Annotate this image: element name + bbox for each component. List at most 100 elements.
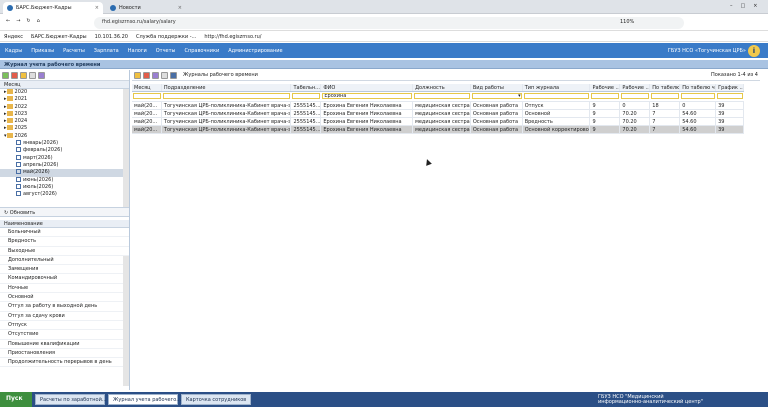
copy-icon[interactable] xyxy=(29,72,36,79)
tab-bars[interactable]: БАРС.Бюджет-Кадры × xyxy=(3,2,103,14)
column-header[interactable]: Рабочие ... xyxy=(620,84,651,91)
filter-input[interactable] xyxy=(133,93,161,99)
menu-item[interactable]: Расчеты xyxy=(63,48,85,54)
list-item[interactable]: Отпуск xyxy=(0,321,129,331)
list-item[interactable]: Вредность xyxy=(0,237,129,247)
column-header[interactable]: Вид работы xyxy=(471,84,523,91)
filter-icon[interactable] xyxy=(161,71,168,79)
list-item[interactable]: Замещения xyxy=(0,265,129,275)
list-item[interactable]: Повышение квалификации xyxy=(0,340,129,349)
list-item[interactable]: Продолжительность перерывов в день xyxy=(0,358,129,368)
filter-input[interactable]: ▾ xyxy=(471,93,522,99)
month-node[interactable]: апрель(2026) xyxy=(0,161,129,169)
list-item[interactable]: Отгул за работу в выходной день xyxy=(0,302,129,312)
menu-item[interactable]: Приказы xyxy=(31,48,54,54)
filter-input[interactable] xyxy=(651,93,680,99)
filter-input[interactable] xyxy=(591,93,620,99)
list-scrollbar[interactable] xyxy=(123,256,129,386)
column-header[interactable]: Подразделение xyxy=(162,84,292,91)
year-node[interactable]: ▸ 2023 xyxy=(0,110,129,118)
filter-input[interactable] xyxy=(162,93,291,99)
start-button[interactable]: Пуск xyxy=(0,392,32,407)
filter-input[interactable] xyxy=(292,93,321,99)
list-header: Наименование xyxy=(0,220,129,228)
year-node[interactable]: ▸ 2024 xyxy=(0,118,129,125)
bookmark[interactable]: БАРС.Бюджет-Кадры xyxy=(31,34,87,40)
close-icon[interactable]: × xyxy=(178,5,182,11)
table-row[interactable]: май(20... Тогучинская ЦРБ-поликлиника-Каб… xyxy=(132,118,744,126)
list-item[interactable]: Командировочный xyxy=(0,274,129,284)
print-icon[interactable] xyxy=(170,71,177,79)
menu-item[interactable]: Администрирование xyxy=(228,48,282,54)
column-header[interactable]: Тип журнала xyxy=(523,84,591,91)
task-button[interactable]: Расчеты по заработной... xyxy=(35,394,107,405)
filter-input[interactable] xyxy=(414,93,470,99)
list-item[interactable]: Выходные xyxy=(0,247,129,256)
month-node[interactable]: июнь(2026) xyxy=(0,176,129,184)
bookmark[interactable]: http://fhd.egiszrnso.ru/ xyxy=(204,34,261,40)
tab-news[interactable]: Новости × xyxy=(106,2,186,14)
filter-input[interactable] xyxy=(681,93,716,99)
filter-input[interactable] xyxy=(523,93,590,99)
menu-item[interactable]: Налоги xyxy=(128,48,147,54)
edit-icon[interactable] xyxy=(134,71,141,79)
task-button[interactable]: Карточка сотрудников xyxy=(181,394,251,405)
month-node[interactable]: март(2026) xyxy=(0,154,129,162)
delete-icon[interactable] xyxy=(143,71,150,79)
url-input[interactable]: fhd.egiszrnso.ru/salary/salary xyxy=(94,17,684,29)
nav-icons[interactable]: ←→↻⌂ xyxy=(6,18,46,24)
list-item[interactable]: Отсутствие xyxy=(0,330,129,340)
bookmark[interactable]: 10.101.36.20 xyxy=(95,34,128,40)
menu-item[interactable]: Отчеты xyxy=(156,48,176,54)
year-node[interactable]: ▸ 2025 xyxy=(0,125,129,132)
year-node[interactable]: ▸ 2021 xyxy=(0,96,129,103)
close-icon[interactable]: × xyxy=(95,5,99,11)
list-item[interactable]: Отгул за сдачу крови xyxy=(0,312,129,321)
task-button[interactable]: Журнал учета рабочего... xyxy=(108,394,181,405)
list-item[interactable]: Ночные xyxy=(0,284,129,294)
month-node[interactable]: февраль(2026) xyxy=(0,147,129,154)
delete-icon[interactable] xyxy=(11,72,18,79)
column-header[interactable]: Месяц xyxy=(132,84,162,91)
table-row[interactable]: май(20... Тогучинская ЦРБ-поликлиника-Каб… xyxy=(132,110,744,118)
dropdown-icon[interactable]: ▾ xyxy=(518,94,521,98)
settings-icon[interactable] xyxy=(152,71,159,79)
window-controls[interactable]: –□× xyxy=(730,3,765,9)
settings-icon[interactable] xyxy=(38,72,45,79)
column-header[interactable]: Табельн... xyxy=(291,84,322,91)
filter-input[interactable] xyxy=(621,93,650,99)
table-row[interactable]: май(20... Тогучинская ЦРБ-поликлиника-Каб… xyxy=(132,126,744,134)
filter-input[interactable]: Ерохина xyxy=(322,93,413,99)
menu-item[interactable]: Кадры xyxy=(5,48,22,54)
tree-scrollbar[interactable] xyxy=(123,89,129,207)
list-item[interactable]: Дополнительный xyxy=(0,256,129,266)
refresh-button[interactable]: ↻ Обновить xyxy=(0,207,129,217)
filter-input[interactable] xyxy=(717,93,743,99)
list-item[interactable]: Приостановления xyxy=(0,349,129,359)
month-node[interactable]: май(2026) xyxy=(0,169,129,177)
bookmark[interactable]: Служба поддержки -... xyxy=(136,34,196,40)
column-header[interactable]: ФИО xyxy=(321,84,414,91)
table-row[interactable]: май(20... Тогучинская ЦРБ-поликлиника-Каб… xyxy=(132,102,744,110)
menu-item[interactable]: Зарплата xyxy=(94,48,119,54)
column-header[interactable]: По табелю ... xyxy=(650,84,681,91)
list-item[interactable]: Больничный xyxy=(0,228,129,238)
year-node[interactable]: ▸ 2020 xyxy=(0,89,129,96)
list-item[interactable]: Основной xyxy=(0,293,129,303)
column-header[interactable]: Должность xyxy=(413,84,471,91)
month-node[interactable]: январь(2026) xyxy=(0,140,129,147)
year-node[interactable]: ▸ 2022 xyxy=(0,103,129,111)
table-cell: 2555145... xyxy=(293,110,322,117)
year-node[interactable]: ▾ 2026 xyxy=(0,132,129,140)
bookmark[interactable]: Яндекс xyxy=(4,34,23,40)
add-icon[interactable] xyxy=(2,72,9,79)
month-node[interactable]: август(2026) xyxy=(0,191,129,198)
edit-icon[interactable] xyxy=(20,72,27,79)
zoom-level[interactable]: 110% xyxy=(620,19,634,25)
column-header[interactable]: График ... xyxy=(716,84,744,91)
column-header[interactable]: По табелю ч... xyxy=(680,84,717,91)
column-header[interactable]: Рабочие ... xyxy=(590,84,621,91)
month-node[interactable]: июль(2026) xyxy=(0,183,129,191)
info-icon[interactable]: i xyxy=(748,45,760,57)
menu-item[interactable]: Справочники xyxy=(184,48,219,54)
